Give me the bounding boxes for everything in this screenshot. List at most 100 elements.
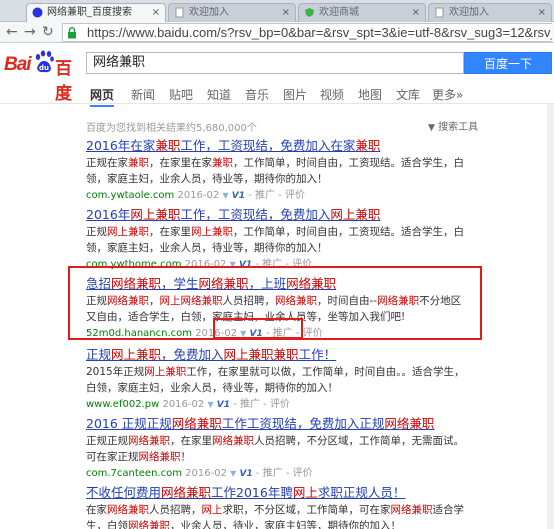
- text-segment: 不收任何费用: [86, 485, 162, 500]
- lock-icon: [68, 27, 76, 39]
- result-abstract: 正规正规网络兼职，在家里网络兼职人员招聘，不分区域，工作简单，无需面试。可在家正…: [86, 434, 466, 465]
- browser-tab-strip: 网络兼职_百度搜索 × 欢迎加入 × 欢迎商城 × 欢迎加入 ×: [0, 0, 554, 22]
- text-segment: ，在家里: [149, 226, 191, 238]
- result-title[interactable]: 2016年网上兼职工作，工资现结，免费加入网上兼职: [86, 206, 466, 223]
- text-segment: 工作，工资现结，免费加入: [180, 207, 331, 222]
- browser-tab-2[interactable]: 欢迎商城 ×: [298, 3, 426, 22]
- browser-tab-0-label: 网络兼职_百度搜索: [47, 7, 132, 18]
- v1-badge[interactable]: V1: [239, 469, 252, 479]
- search-input[interactable]: 网络兼职: [86, 52, 464, 74]
- nav-tab-tieba[interactable]: 贴吧: [169, 86, 193, 103]
- nav-tab-news[interactable]: 新闻: [131, 86, 155, 103]
- text-segment: ，在家里在家: [149, 157, 212, 169]
- nav-tab-more[interactable]: 更多»: [432, 86, 463, 103]
- dropdown-arrow-icon[interactable]: ▼: [207, 400, 213, 409]
- nav-tab-map[interactable]: 地图: [358, 86, 382, 103]
- result-title[interactable]: 不收任何费用网络兼职工作2016年聘网上求职正规人员！: [86, 484, 466, 501]
- search-result: 2016年在家兼职工作，工资现结，免费加入在家兼职 正规在家兼职，在家里在家兼职…: [86, 137, 466, 203]
- browser-tab-1-label: 欢迎加入: [189, 7, 229, 18]
- text-segment: 2015年正规: [86, 366, 145, 378]
- keyword-highlight: 兼职: [212, 157, 233, 169]
- filter-icon: ▼: [428, 123, 435, 133]
- text-segment: 工作工资现结，免费加入正规: [221, 416, 385, 431]
- keyword-highlight: 兼职: [155, 138, 181, 153]
- browser-tab-3-label: 欢迎加入: [449, 7, 489, 18]
- search-nav-tabs: 网页 新闻 贴吧 知道 音乐 图片 视频 地图 文库 更多»: [0, 82, 554, 107]
- search-result: 正规网上兼职，免费加入网上兼职兼职工作！ 2015年正规网上兼职工作，在家里就可…: [86, 346, 466, 412]
- result-abstract: 2015年正规网上兼职工作，在家里就可以做，工作简单，时间自由。。适合学生，白领…: [86, 365, 466, 396]
- keyword-highlight: 网上: [292, 485, 318, 500]
- highlight-box-small: [213, 318, 303, 339]
- shield-icon: [305, 8, 314, 17]
- url-field[interactable]: https://www.baidu.com/s?rsv_bp=0&bar=&rs…: [62, 23, 552, 42]
- reload-icon[interactable]: ↻: [42, 23, 54, 41]
- page-icon: [175, 7, 184, 18]
- browser-tab-2-label: 欢迎商城: [319, 7, 359, 18]
- tab-close-icon[interactable]: ×: [282, 4, 290, 21]
- search-tools-label: 搜索工具: [438, 122, 479, 133]
- text-segment: 正规正规: [86, 435, 128, 447]
- v1-badge[interactable]: V1: [232, 191, 245, 201]
- text-segment: 正规: [86, 226, 107, 238]
- result-title[interactable]: 2016 正规正规网络兼职工作工资现结，免费加入正规网络兼职: [86, 415, 466, 432]
- keyword-highlight: 网络兼职: [128, 519, 170, 529]
- result-abstract: 正规在家兼职，在家里在家兼职，工作简单，时间自由，工资现结。适合学生，白领，家庭…: [86, 156, 466, 187]
- tab-close-icon[interactable]: ×: [412, 4, 420, 21]
- keyword-highlight: 网上兼职: [130, 207, 181, 222]
- search-result: 2016 正规正规网络兼职工作工资现结，免费加入正规网络兼职 正规正规网络兼职，…: [86, 415, 466, 481]
- text-segment: 2016 正规正规: [86, 416, 172, 431]
- tab-close-icon[interactable]: ×: [538, 4, 546, 21]
- text-segment: 在家: [86, 504, 107, 516]
- scrollbar[interactable]: [547, 104, 554, 529]
- result-meta: com.7canteen.com 2016-02 ▼ V1 - 推广 - 评价: [86, 467, 466, 481]
- tab-close-icon[interactable]: ×: [152, 4, 160, 21]
- search-tools[interactable]: ▼ 搜索工具: [428, 118, 478, 133]
- result-meta: com.ywtaole.com 2016-02 ▼ V1 - 推广 - 评价: [86, 189, 466, 203]
- baidu-favicon-icon: [32, 7, 43, 18]
- back-arrow-icon[interactable]: ←: [6, 23, 18, 41]
- text-segment: ，业余人员，待业，家庭主妇等，期待你的加入！: [170, 519, 401, 529]
- keyword-highlight: 网络兼职: [212, 435, 254, 447]
- text-segment: 2016年在家: [86, 138, 156, 153]
- nav-tab-wenku[interactable]: 文库: [396, 86, 420, 103]
- nav-tab-video[interactable]: 视频: [320, 86, 344, 103]
- result-title[interactable]: 2016年在家兼职工作，工资现结，免费加入在家兼职: [86, 137, 466, 154]
- result-extra[interactable]: - 推广 - 评价: [233, 399, 290, 410]
- browser-tab-3[interactable]: 欢迎加入 ×: [428, 3, 552, 22]
- nav-tab-zhidao[interactable]: 知道: [207, 86, 231, 103]
- dropdown-arrow-icon[interactable]: ▼: [230, 469, 236, 478]
- browser-tab-1[interactable]: 欢迎加入 ×: [168, 3, 296, 22]
- nav-tab-web[interactable]: 网页: [90, 86, 115, 107]
- text-segment: 求职，不分区域，工作简单，可在家: [222, 504, 391, 516]
- result-extra[interactable]: - 推广 - 评价: [248, 190, 305, 201]
- browser-tab-0[interactable]: 网络兼职_百度搜索 ×: [26, 3, 166, 22]
- keyword-highlight: 网上兼职: [111, 347, 162, 362]
- result-url[interactable]: www.ef002.pw: [86, 399, 159, 410]
- result-url[interactable]: com.ywtaole.com: [86, 190, 174, 201]
- nav-tab-images[interactable]: 图片: [283, 86, 307, 103]
- text-segment: 2016年: [86, 207, 131, 222]
- keyword-highlight: 网络兼职: [390, 504, 433, 516]
- result-meta: www.ef002.pw 2016-02 ▼ V1 - 推广 - 评价: [86, 398, 466, 412]
- result-extra[interactable]: - 推广 - 评价: [256, 468, 313, 479]
- keyword-highlight: 兼职: [355, 138, 381, 153]
- result-title[interactable]: 正规网上兼职，免费加入网上兼职兼职工作！: [86, 346, 466, 363]
- result-date: 2016-02: [185, 468, 227, 479]
- keyword-highlight: 兼职: [128, 157, 149, 169]
- result-date: 2016-02: [177, 190, 220, 201]
- baidu-paw-icon: du: [35, 50, 54, 73]
- keyword-highlight: 网络兼职: [171, 416, 222, 431]
- svg-text:du: du: [39, 64, 49, 72]
- keyword-highlight: 网上兼职: [330, 207, 381, 222]
- dropdown-arrow-icon[interactable]: ▼: [222, 191, 228, 200]
- result-abstract: 正规网上兼职，在家里网上兼职，工作简单，时间自由，工资现结。适合学生，白领，家庭…: [86, 225, 466, 256]
- forward-arrow-icon[interactable]: →: [24, 23, 36, 41]
- keyword-highlight: 网上兼职兼职: [223, 347, 299, 362]
- result-url[interactable]: com.7canteen.com: [86, 468, 182, 479]
- v1-badge[interactable]: V1: [217, 400, 230, 410]
- result-date: 2016-02: [162, 399, 205, 410]
- nav-tab-music[interactable]: 音乐: [245, 86, 269, 103]
- text-segment: 工作！: [298, 347, 337, 362]
- search-button[interactable]: 百度一下: [464, 52, 552, 74]
- baidu-logo[interactable]: Bai du 百度: [4, 50, 84, 104]
